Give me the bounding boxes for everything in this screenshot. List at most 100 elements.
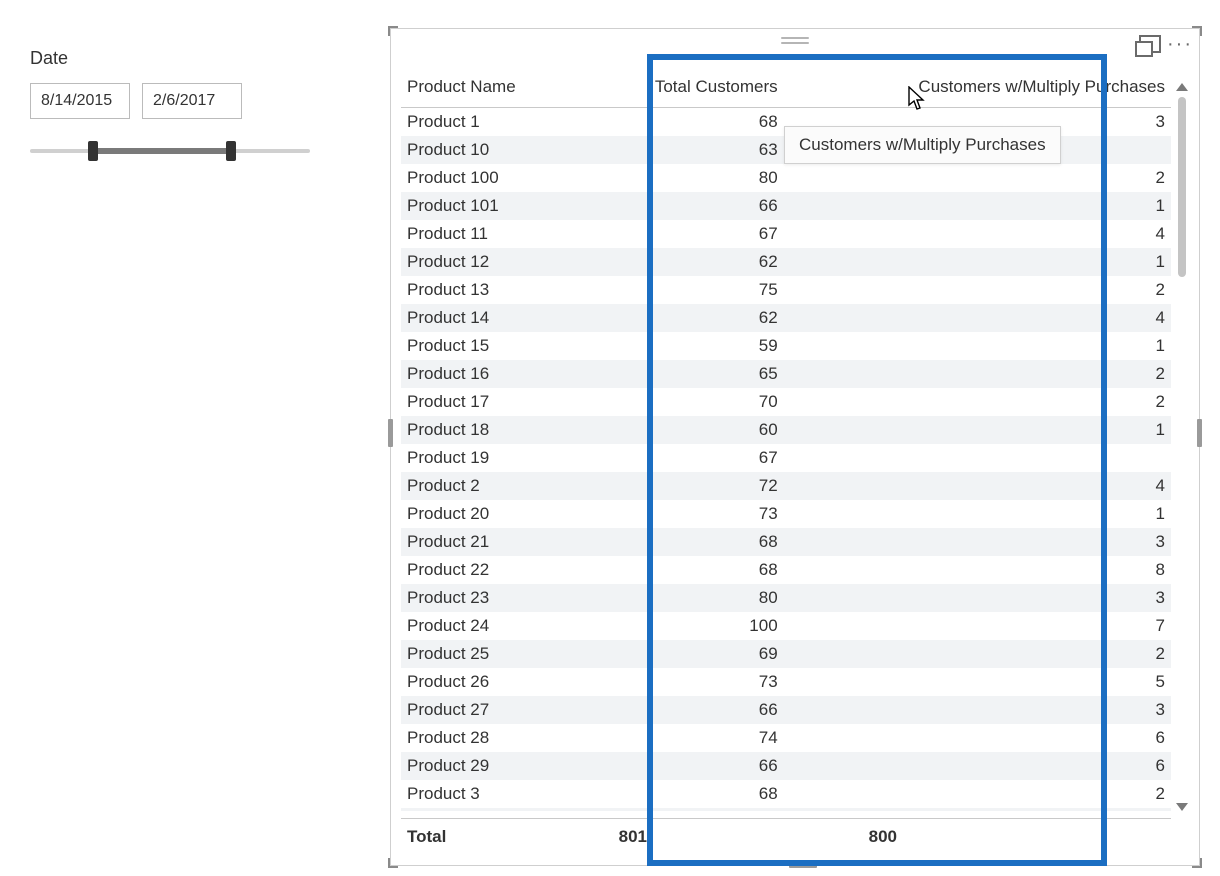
selection-mid-handle[interactable]: [388, 419, 393, 447]
cell-multi-purchases: 1: [784, 192, 1171, 220]
table-row[interactable]: Product 16652: [401, 360, 1171, 388]
date-to-input[interactable]: 2/6/2017: [142, 83, 242, 119]
selection-corner[interactable]: [1192, 26, 1202, 36]
selection-corner[interactable]: [388, 858, 398, 868]
slider-handle-end[interactable]: [226, 141, 236, 161]
table-row[interactable]: Product 29666: [401, 752, 1171, 780]
table-row[interactable]: Product 2724: [401, 472, 1171, 500]
table-row[interactable]: Product 30562: [401, 808, 1171, 811]
cell-multi-purchases: 4: [784, 220, 1171, 248]
col-header-multi-purchases[interactable]: Customers w/Multiply Purchases: [784, 69, 1171, 108]
table-scroll-area[interactable]: Product Name Total Customers Customers w…: [401, 69, 1171, 811]
table-row[interactable]: Product 14624: [401, 304, 1171, 332]
table-row[interactable]: Product 1967: [401, 444, 1171, 472]
table-row[interactable]: Product 12621: [401, 248, 1171, 276]
table-row[interactable]: Product 11674: [401, 220, 1171, 248]
cell-total-customers: 67: [582, 220, 784, 248]
cell-product-name: Product 2: [401, 472, 582, 500]
table-row[interactable]: Product 18601: [401, 416, 1171, 444]
cell-multi-purchases: 1: [784, 416, 1171, 444]
cell-multi-purchases: 1: [784, 332, 1171, 360]
cell-total-customers: 68: [582, 556, 784, 584]
table-row[interactable]: Product 21683: [401, 528, 1171, 556]
cell-product-name: Product 28: [401, 724, 582, 752]
scroll-up-icon[interactable]: [1176, 83, 1188, 91]
cell-product-name: Product 11: [401, 220, 582, 248]
cell-product-name: Product 17: [401, 388, 582, 416]
cell-multi-purchases: 7: [784, 612, 1171, 640]
cell-total-customers: 56: [582, 808, 784, 811]
table-row[interactable]: Product 100802: [401, 164, 1171, 192]
cell-product-name: Product 30: [401, 808, 582, 811]
cell-multi-purchases: 2: [784, 780, 1171, 808]
scroll-thumb[interactable]: [1178, 97, 1186, 277]
cell-total-customers: 66: [582, 192, 784, 220]
table-row[interactable]: Product 22688: [401, 556, 1171, 584]
cell-multi-purchases: 2: [784, 388, 1171, 416]
table-row[interactable]: Product 20731: [401, 500, 1171, 528]
cell-multi-purchases: 4: [784, 472, 1171, 500]
cell-product-name: Product 25: [401, 640, 582, 668]
more-options-icon[interactable]: ···: [1167, 35, 1193, 53]
cell-multi-purchases: 2: [784, 360, 1171, 388]
table-row[interactable]: Product 3682: [401, 780, 1171, 808]
col-header-total-customers[interactable]: Total Customers: [582, 69, 784, 108]
selection-mid-handle[interactable]: [789, 863, 817, 868]
cell-product-name: Product 21: [401, 528, 582, 556]
table-row[interactable]: Product 28746: [401, 724, 1171, 752]
table-row[interactable]: Product 25692: [401, 640, 1171, 668]
table-row[interactable]: Product 23803: [401, 584, 1171, 612]
cell-product-name: Product 29: [401, 752, 582, 780]
cell-product-name: Product 26: [401, 668, 582, 696]
cell-total-customers: 62: [582, 304, 784, 332]
cell-product-name: Product 100: [401, 164, 582, 192]
col-header-product-name[interactable]: Product Name: [401, 69, 582, 108]
cell-product-name: Product 27: [401, 696, 582, 724]
table-row[interactable]: Product 15591: [401, 332, 1171, 360]
cell-total-customers: 63: [582, 136, 784, 164]
data-table: Product Name Total Customers Customers w…: [401, 69, 1171, 811]
cell-total-customers: 60: [582, 416, 784, 444]
cell-multi-purchases: 4: [784, 304, 1171, 332]
cell-product-name: Product 14: [401, 304, 582, 332]
cell-product-name: Product 13: [401, 276, 582, 304]
table-row[interactable]: Product 17702: [401, 388, 1171, 416]
selection-corner[interactable]: [388, 26, 398, 36]
slider-handle-start[interactable]: [88, 141, 98, 161]
cell-product-name: Product 3: [401, 780, 582, 808]
vertical-scrollbar[interactable]: [1175, 83, 1189, 811]
cell-multi-purchases: 2: [784, 164, 1171, 192]
cell-multi-purchases: 3: [784, 584, 1171, 612]
scroll-down-icon[interactable]: [1176, 803, 1188, 811]
focus-mode-icon[interactable]: [1139, 35, 1161, 53]
selection-corner[interactable]: [1192, 858, 1202, 868]
cell-product-name: Product 15: [401, 332, 582, 360]
cell-total-customers: 68: [582, 528, 784, 556]
header-tooltip: Customers w/Multiply Purchases: [784, 126, 1061, 164]
cell-total-customers: 70: [582, 388, 784, 416]
cell-product-name: Product 18: [401, 416, 582, 444]
cell-product-name: Product 12: [401, 248, 582, 276]
date-slider[interactable]: [30, 141, 310, 161]
cell-product-name: Product 24: [401, 612, 582, 640]
selection-mid-handle[interactable]: [1197, 419, 1202, 447]
date-slicer[interactable]: Date 8/14/2015 2/6/2017: [30, 48, 330, 161]
totals-row: Total 801 800: [401, 818, 1171, 847]
table-row[interactable]: Product 26735: [401, 668, 1171, 696]
cell-multi-purchases: 8: [784, 556, 1171, 584]
slider-fill: [90, 148, 230, 154]
cell-multi-purchases: 1: [784, 500, 1171, 528]
table-row[interactable]: Product 101661: [401, 192, 1171, 220]
cell-total-customers: 80: [582, 164, 784, 192]
table-row[interactable]: Product 27663: [401, 696, 1171, 724]
date-from-input[interactable]: 8/14/2015: [30, 83, 130, 119]
cell-product-name: Product 101: [401, 192, 582, 220]
drag-grip-icon[interactable]: [781, 37, 809, 44]
table-row[interactable]: Product 241007: [401, 612, 1171, 640]
cell-multi-purchases: 1: [784, 248, 1171, 276]
table-row[interactable]: Product 13752: [401, 276, 1171, 304]
cell-total-customers: 66: [582, 696, 784, 724]
cell-total-customers: 73: [582, 668, 784, 696]
cell-product-name: Product 10: [401, 136, 582, 164]
cell-product-name: Product 16: [401, 360, 582, 388]
